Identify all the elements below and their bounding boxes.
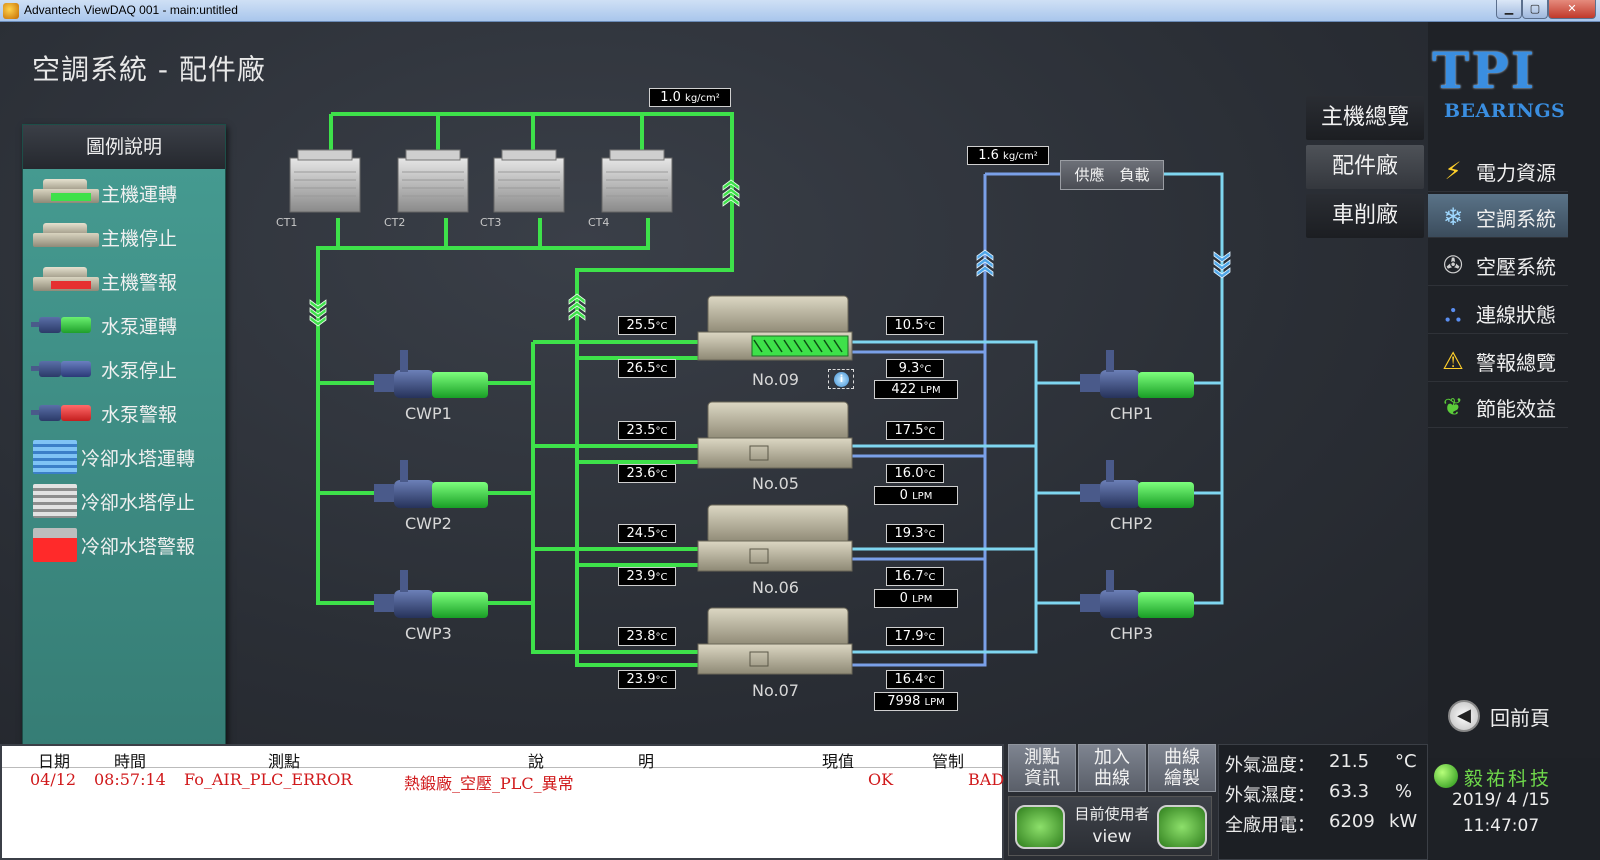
pump-cwp1[interactable] [374, 350, 488, 398]
chiller-no06-chw-out: 19.3°C [886, 524, 944, 543]
back-arrow-icon: ◀ [1448, 700, 1480, 732]
nav-power[interactable]: ⚡ 電力資源 [1428, 148, 1568, 192]
pump-chp2[interactable] [1080, 460, 1194, 508]
snowflake-icon: ❄ [1442, 203, 1464, 231]
nav-energy-saving[interactable]: ❦ 節能效益 [1428, 384, 1568, 428]
app-icon [3, 3, 19, 19]
nav-alarms[interactable]: ⚠ 警報總覽 [1428, 338, 1568, 382]
minimize-button[interactable]: ▁ [1496, 0, 1522, 19]
current-user-name: view [1092, 827, 1132, 847]
window-titlebar: Advantech ViewDAQ 001 - main:untitled ▁ … [0, 0, 1600, 22]
chiller-no07-chw-in: 16.4°C [886, 670, 944, 689]
pump-cwp3[interactable] [374, 570, 488, 618]
vendor-logo-icon [1434, 764, 1458, 788]
chiller-no09-label: No.09 [752, 370, 799, 389]
clock-panel: 毅祐科技 2019/ 4 /15 11:47:07 [1428, 758, 1600, 860]
chiller-no09-in-temp: 25.5°C [618, 316, 676, 335]
chiller-no05-in-temp: 23.5°C [618, 421, 676, 440]
vendor-logo: 毅祐科技 [1432, 762, 1572, 790]
chiller-no07-out-temp: 23.9°C [618, 670, 676, 689]
chiller-no05-flow: 0 LPM [874, 486, 958, 505]
cooling-tower-ct4[interactable] [601, 149, 673, 213]
cooling-pressure-readout: 1.0 kg/cm² [649, 88, 731, 107]
tower-label-ct4: CT4 [588, 216, 610, 229]
chiller-no09-flow: 422 LPM [874, 380, 958, 399]
tab-overview[interactable]: 主機總覽 [1306, 96, 1424, 140]
back-button[interactable]: ◀ 回前頁 [1448, 694, 1568, 738]
chiller-no06-out-temp: 23.9°C [618, 567, 676, 586]
tpi-logo: TPI BEARINGS [1432, 41, 1566, 123]
fan-icon: ✇ [1442, 251, 1464, 279]
cooling-towers [289, 149, 673, 213]
alarm-list: 日期 時間 測點 說 明 現值 管制 04/12 08:57:14 Fo_AIR… [0, 744, 1004, 860]
lightning-icon: ⚡ [1444, 157, 1462, 185]
supply-load-box[interactable]: 供應 負載 [1060, 160, 1164, 190]
point-info-button[interactable]: 測點 資訊 [1008, 744, 1076, 792]
chiller-no05[interactable] [697, 401, 853, 469]
chiller-no05-chw-out: 17.5°C [886, 421, 944, 440]
chiller-no09-out-temp: 26.5°C [618, 359, 676, 378]
weather-panel: 外氣溫度： 21.5 °C 外氣濕度： 63.3 % 全廠用電： 6209 kW [1218, 744, 1428, 860]
chiller-no09[interactable] [697, 295, 853, 361]
network-icon: ⛬ [1444, 299, 1462, 327]
pump-label-cwp1: CWP1 [405, 404, 452, 423]
pump-label-chp2: CHP2 [1110, 514, 1154, 533]
current-user-box: 目前使用者 view [1008, 796, 1212, 856]
lock-icon[interactable] [1157, 805, 1207, 849]
leaf-icon: ❦ [1442, 393, 1464, 421]
draw-curve-button[interactable]: 曲線 繪製 [1148, 744, 1216, 792]
chiller-no06-in-temp: 24.5°C [618, 524, 676, 543]
window-title: Advantech ViewDAQ 001 - main:untitled [24, 3, 238, 17]
alarm-header: 日期 時間 測點 說 明 現值 管制 [2, 748, 1002, 771]
right-sidebar: TPI BEARINGS ⚡ 電力資源 ❄ 空調系統 ✇ 空壓系統 ⛬ 連線狀態… [1428, 22, 1600, 758]
tab-accessory-plant[interactable]: 配件廠 [1306, 145, 1424, 189]
chiller-no07-flow: 7998 LPM [874, 692, 958, 711]
piping-diagram [289, 112, 1231, 675]
alarm-row[interactable]: 04/12 08:57:14 Fo_AIR_PLC_ERROR 熱鍛廠_空壓_P… [2, 770, 1004, 793]
pump-chp1[interactable] [1080, 350, 1194, 398]
chiller-no06-label: No.06 [752, 578, 799, 597]
chiller-no09-chw-in: 9.3°C [886, 359, 944, 378]
tower-label-ct1: CT1 [276, 216, 298, 229]
bottom-panel: 測點 資訊 加入 曲線 曲線 繪製 目前使用者 view 外氣溫度： 21.5 °C … [1004, 744, 1428, 860]
close-button[interactable]: ✕ [1548, 0, 1596, 19]
maximize-button[interactable]: ▢ [1522, 0, 1548, 19]
cooling-tower-ct2[interactable] [397, 149, 469, 213]
chiller-no05-chw-in: 16.0°C [886, 464, 944, 483]
plant-tabs: 主機總覽 配件廠 車削廠 [1306, 96, 1424, 243]
chiller-no06-flow: 0 LPM [874, 589, 958, 608]
pump-label-cwp3: CWP3 [405, 624, 452, 643]
chiller-no06-chw-in: 16.7°C [886, 567, 944, 586]
app-window: Advantech ViewDAQ 001 - main:untitled ▁ … [0, 0, 1600, 860]
tower-label-ct2: CT2 [384, 216, 406, 229]
add-curve-button[interactable]: 加入 曲線 [1078, 744, 1146, 792]
pump-chp3[interactable] [1080, 570, 1194, 618]
pump-label-chp1: CHP1 [1110, 404, 1154, 423]
chilled-pressure-readout: 1.6 kg/cm² [967, 146, 1049, 165]
pump-cwp2[interactable] [374, 460, 488, 508]
user-group-icon[interactable] [1015, 805, 1065, 849]
cooling-tower-ct1[interactable] [289, 149, 361, 213]
current-date: 2019/ 4 /15 [1452, 790, 1550, 810]
pump-label-chp3: CHP3 [1110, 624, 1154, 643]
chiller-no09-chw-out: 10.5°C [886, 316, 944, 335]
cooling-tower-ct3[interactable] [493, 149, 565, 213]
chiller-no06[interactable] [697, 504, 853, 572]
nav-hvac[interactable]: ❄ 空調系統 [1428, 194, 1568, 238]
tower-label-ct3: CT3 [480, 216, 502, 229]
chiller-no07-in-temp: 23.8°C [618, 627, 676, 646]
chiller-no05-out-temp: 23.6°C [618, 464, 676, 483]
current-time: 11:47:07 [1462, 816, 1540, 836]
tab-turning-plant[interactable]: 車削廠 [1306, 194, 1424, 238]
nav-connection[interactable]: ⛬ 連線狀態 [1428, 290, 1568, 334]
chiller-no07-chw-out: 17.9°C [886, 627, 944, 646]
pump-label-cwp2: CWP2 [405, 514, 452, 533]
nav-compressed-air[interactable]: ✇ 空壓系統 [1428, 242, 1568, 286]
warning-icon: ⚠ [1442, 347, 1464, 375]
chiller-no07[interactable] [697, 607, 853, 675]
chiller-no09-info-icon[interactable]: i [828, 369, 854, 389]
chiller-no07-label: No.07 [752, 681, 799, 700]
chiller-no05-label: No.05 [752, 474, 799, 493]
